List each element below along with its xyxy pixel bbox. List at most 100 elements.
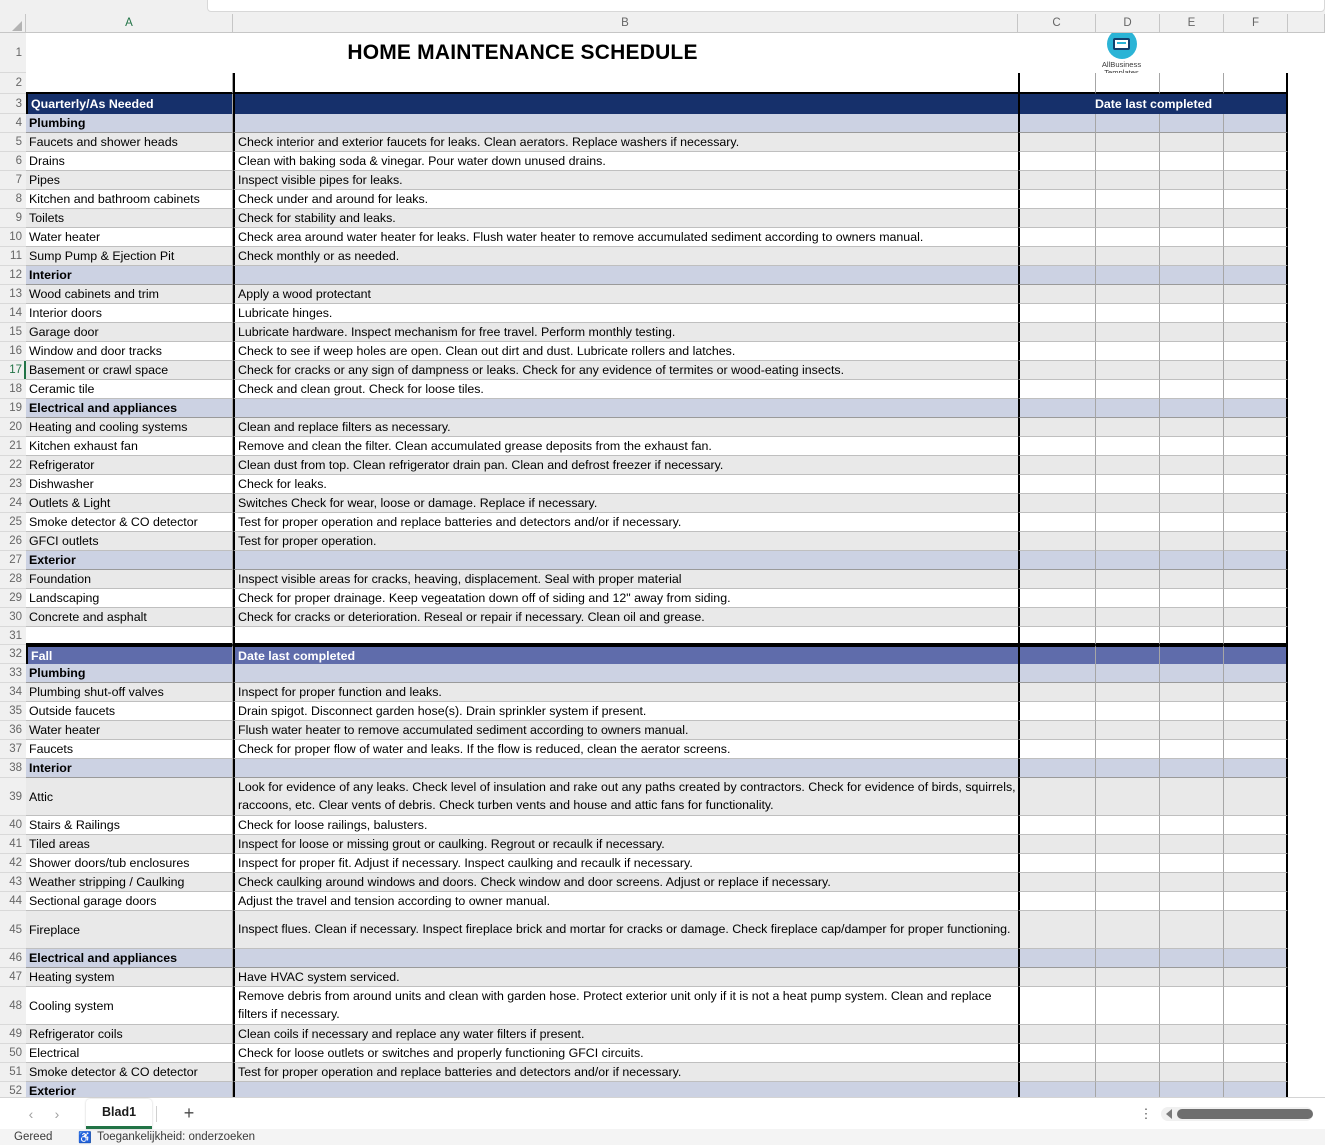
cell-g-45[interactable] xyxy=(1288,911,1325,949)
table-row[interactable]: Wood cabinets and trim Apply a wood prote… xyxy=(26,285,1325,304)
cell-D-49[interactable] xyxy=(1096,1025,1160,1044)
cell-a-37[interactable]: Faucets xyxy=(26,740,233,759)
cell-F-30[interactable] xyxy=(1224,608,1288,627)
cell-E-34[interactable] xyxy=(1160,683,1224,702)
row-header-48[interactable]: 48 xyxy=(0,987,26,1025)
cell-a-32[interactable]: Fall xyxy=(26,645,233,664)
cell-a-7[interactable]: Pipes xyxy=(26,171,233,190)
table-row[interactable]: Shower doors/tub enclosures Inspect for p… xyxy=(26,854,1325,873)
table-row[interactable]: Faucets Check for proper flow of water an… xyxy=(26,740,1325,759)
cell-g-12[interactable] xyxy=(1288,266,1325,285)
cell-b-8[interactable]: Check under and around for leaks. xyxy=(233,190,1018,209)
cell-a-44[interactable]: Sectional garage doors xyxy=(26,892,233,911)
cell-g-52[interactable] xyxy=(1288,1082,1325,1097)
cell-C-15[interactable] xyxy=(1018,323,1096,342)
cell-E-47[interactable] xyxy=(1160,968,1224,987)
table-row[interactable]: Interior doors Lubricate hinges. xyxy=(26,304,1325,323)
cell-E-37[interactable] xyxy=(1160,740,1224,759)
select-all-corner[interactable] xyxy=(0,14,26,33)
formula-bar-input[interactable] xyxy=(207,0,1325,12)
cell-E-40[interactable] xyxy=(1160,816,1224,835)
more-options-icon[interactable]: ⋮ xyxy=(1137,1106,1155,1122)
row-header-28[interactable]: 28 xyxy=(0,570,26,589)
cell-b-28[interactable]: Inspect visible areas for cracks, heavin… xyxy=(233,570,1018,589)
cell-F-9[interactable] xyxy=(1224,209,1288,228)
cell-a-17[interactable]: Basement or crawl space xyxy=(26,361,233,380)
cell-E-25[interactable] xyxy=(1160,513,1224,532)
cell-E-17[interactable] xyxy=(1160,361,1224,380)
column-header-e[interactable]: E xyxy=(1160,14,1224,33)
cell-E-39[interactable] xyxy=(1160,778,1224,816)
cell-D-25[interactable] xyxy=(1096,513,1160,532)
cell-b-38[interactable] xyxy=(233,759,1018,778)
cell-a-21[interactable]: Kitchen exhaust fan xyxy=(26,437,233,456)
cell-F-7[interactable] xyxy=(1224,171,1288,190)
cell-C-31[interactable] xyxy=(1018,627,1096,645)
cell-F-25[interactable] xyxy=(1224,513,1288,532)
cell-a-40[interactable]: Stairs & Railings xyxy=(26,816,233,835)
cell-D-42[interactable] xyxy=(1096,854,1160,873)
cell-E-35[interactable] xyxy=(1160,702,1224,721)
cell-F-29[interactable] xyxy=(1224,589,1288,608)
cell-D-18[interactable] xyxy=(1096,380,1160,399)
cell-a-28[interactable]: Foundation xyxy=(26,570,233,589)
table-row[interactable]: Weather stripping / Caulking Check caulki… xyxy=(26,873,1325,892)
row-header-46[interactable]: 46 xyxy=(0,949,26,968)
table-row[interactable]: Window and door tracks Check to see if we… xyxy=(26,342,1325,361)
cell-F-46[interactable] xyxy=(1224,949,1288,968)
cell-F-43[interactable] xyxy=(1224,873,1288,892)
table-row[interactable]: Fall Date last completed xyxy=(26,645,1325,664)
cell-g-14[interactable] xyxy=(1288,304,1325,323)
cell-g-16[interactable] xyxy=(1288,342,1325,361)
cell-a-4[interactable]: Plumbing xyxy=(26,114,233,133)
cell-g-44[interactable] xyxy=(1288,892,1325,911)
cell-E-19[interactable] xyxy=(1160,399,1224,418)
cell-C-29[interactable] xyxy=(1018,589,1096,608)
cell-E-43[interactable] xyxy=(1160,873,1224,892)
table-row[interactable]: Basement or crawl space Check for cracks … xyxy=(26,361,1325,380)
cell-b-20[interactable]: Clean and replace filters as necessary. xyxy=(233,418,1018,437)
cell-a-47[interactable]: Heating system xyxy=(26,968,233,987)
table-row[interactable]: Tiled areas Inspect for loose or missing … xyxy=(26,835,1325,854)
table-row[interactable]: Interior xyxy=(26,759,1325,778)
cell-b-51[interactable]: Test for proper operation and replace ba… xyxy=(233,1063,1018,1082)
table-row[interactable]: Cooling system Remove debris from around … xyxy=(26,987,1325,1025)
row-header-32[interactable]: 32 xyxy=(0,645,26,664)
spreadsheet-grid[interactable]: HOME MAINTENANCE SCHEDULE AllBusiness Temp… xyxy=(26,33,1325,1097)
cell-b-50[interactable]: Check for loose outlets or switches and … xyxy=(233,1044,1018,1063)
cell-D-2[interactable] xyxy=(1096,73,1160,94)
cell-F-49[interactable] xyxy=(1224,1025,1288,1044)
cell-g-20[interactable] xyxy=(1288,418,1325,437)
status-accessibility[interactable]: ♿ Toegankelijkheid: onderzoeken xyxy=(78,1131,255,1144)
cell-E-28[interactable] xyxy=(1160,570,1224,589)
cell-g-28[interactable] xyxy=(1288,570,1325,589)
table-row[interactable]: Ceramic tile Check and clean grout. Check… xyxy=(26,380,1325,399)
cell-D-46[interactable] xyxy=(1096,949,1160,968)
table-row[interactable]: Outlets & Light Switches Check for wear, … xyxy=(26,494,1325,513)
cell-E-21[interactable] xyxy=(1160,437,1224,456)
cell-C-10[interactable] xyxy=(1018,228,1096,247)
prev-sheet-icon[interactable]: ‹ xyxy=(18,1101,44,1127)
column-header-d[interactable]: D xyxy=(1096,14,1160,33)
cell-b-10[interactable]: Check area around water heater for leaks… xyxy=(233,228,1018,247)
cell-D-8[interactable] xyxy=(1096,190,1160,209)
cell-g-23[interactable] xyxy=(1288,475,1325,494)
cell-g-48[interactable] xyxy=(1288,987,1325,1025)
cell-b-11[interactable]: Check monthly or as needed. xyxy=(233,247,1018,266)
cell-F-21[interactable] xyxy=(1224,437,1288,456)
cell-D-48[interactable] xyxy=(1096,987,1160,1025)
cell-b-26[interactable]: Test for proper operation. xyxy=(233,532,1018,551)
cell-g-51[interactable] xyxy=(1288,1063,1325,1082)
cell-g-15[interactable] xyxy=(1288,323,1325,342)
cell-C-40[interactable] xyxy=(1018,816,1096,835)
cell-g-35[interactable] xyxy=(1288,702,1325,721)
cell-a-35[interactable]: Outside faucets xyxy=(26,702,233,721)
cell-E-48[interactable] xyxy=(1160,987,1224,1025)
cell-C-24[interactable] xyxy=(1018,494,1096,513)
table-row[interactable]: Stairs & Railings Check for loose railing… xyxy=(26,816,1325,835)
row-header-13[interactable]: 13 xyxy=(0,285,26,304)
cell-D-23[interactable] xyxy=(1096,475,1160,494)
cell-E-4[interactable] xyxy=(1160,114,1224,133)
cell-b-7[interactable]: Inspect visible pipes for leaks. xyxy=(233,171,1018,190)
column-header-g[interactable] xyxy=(1288,14,1325,33)
